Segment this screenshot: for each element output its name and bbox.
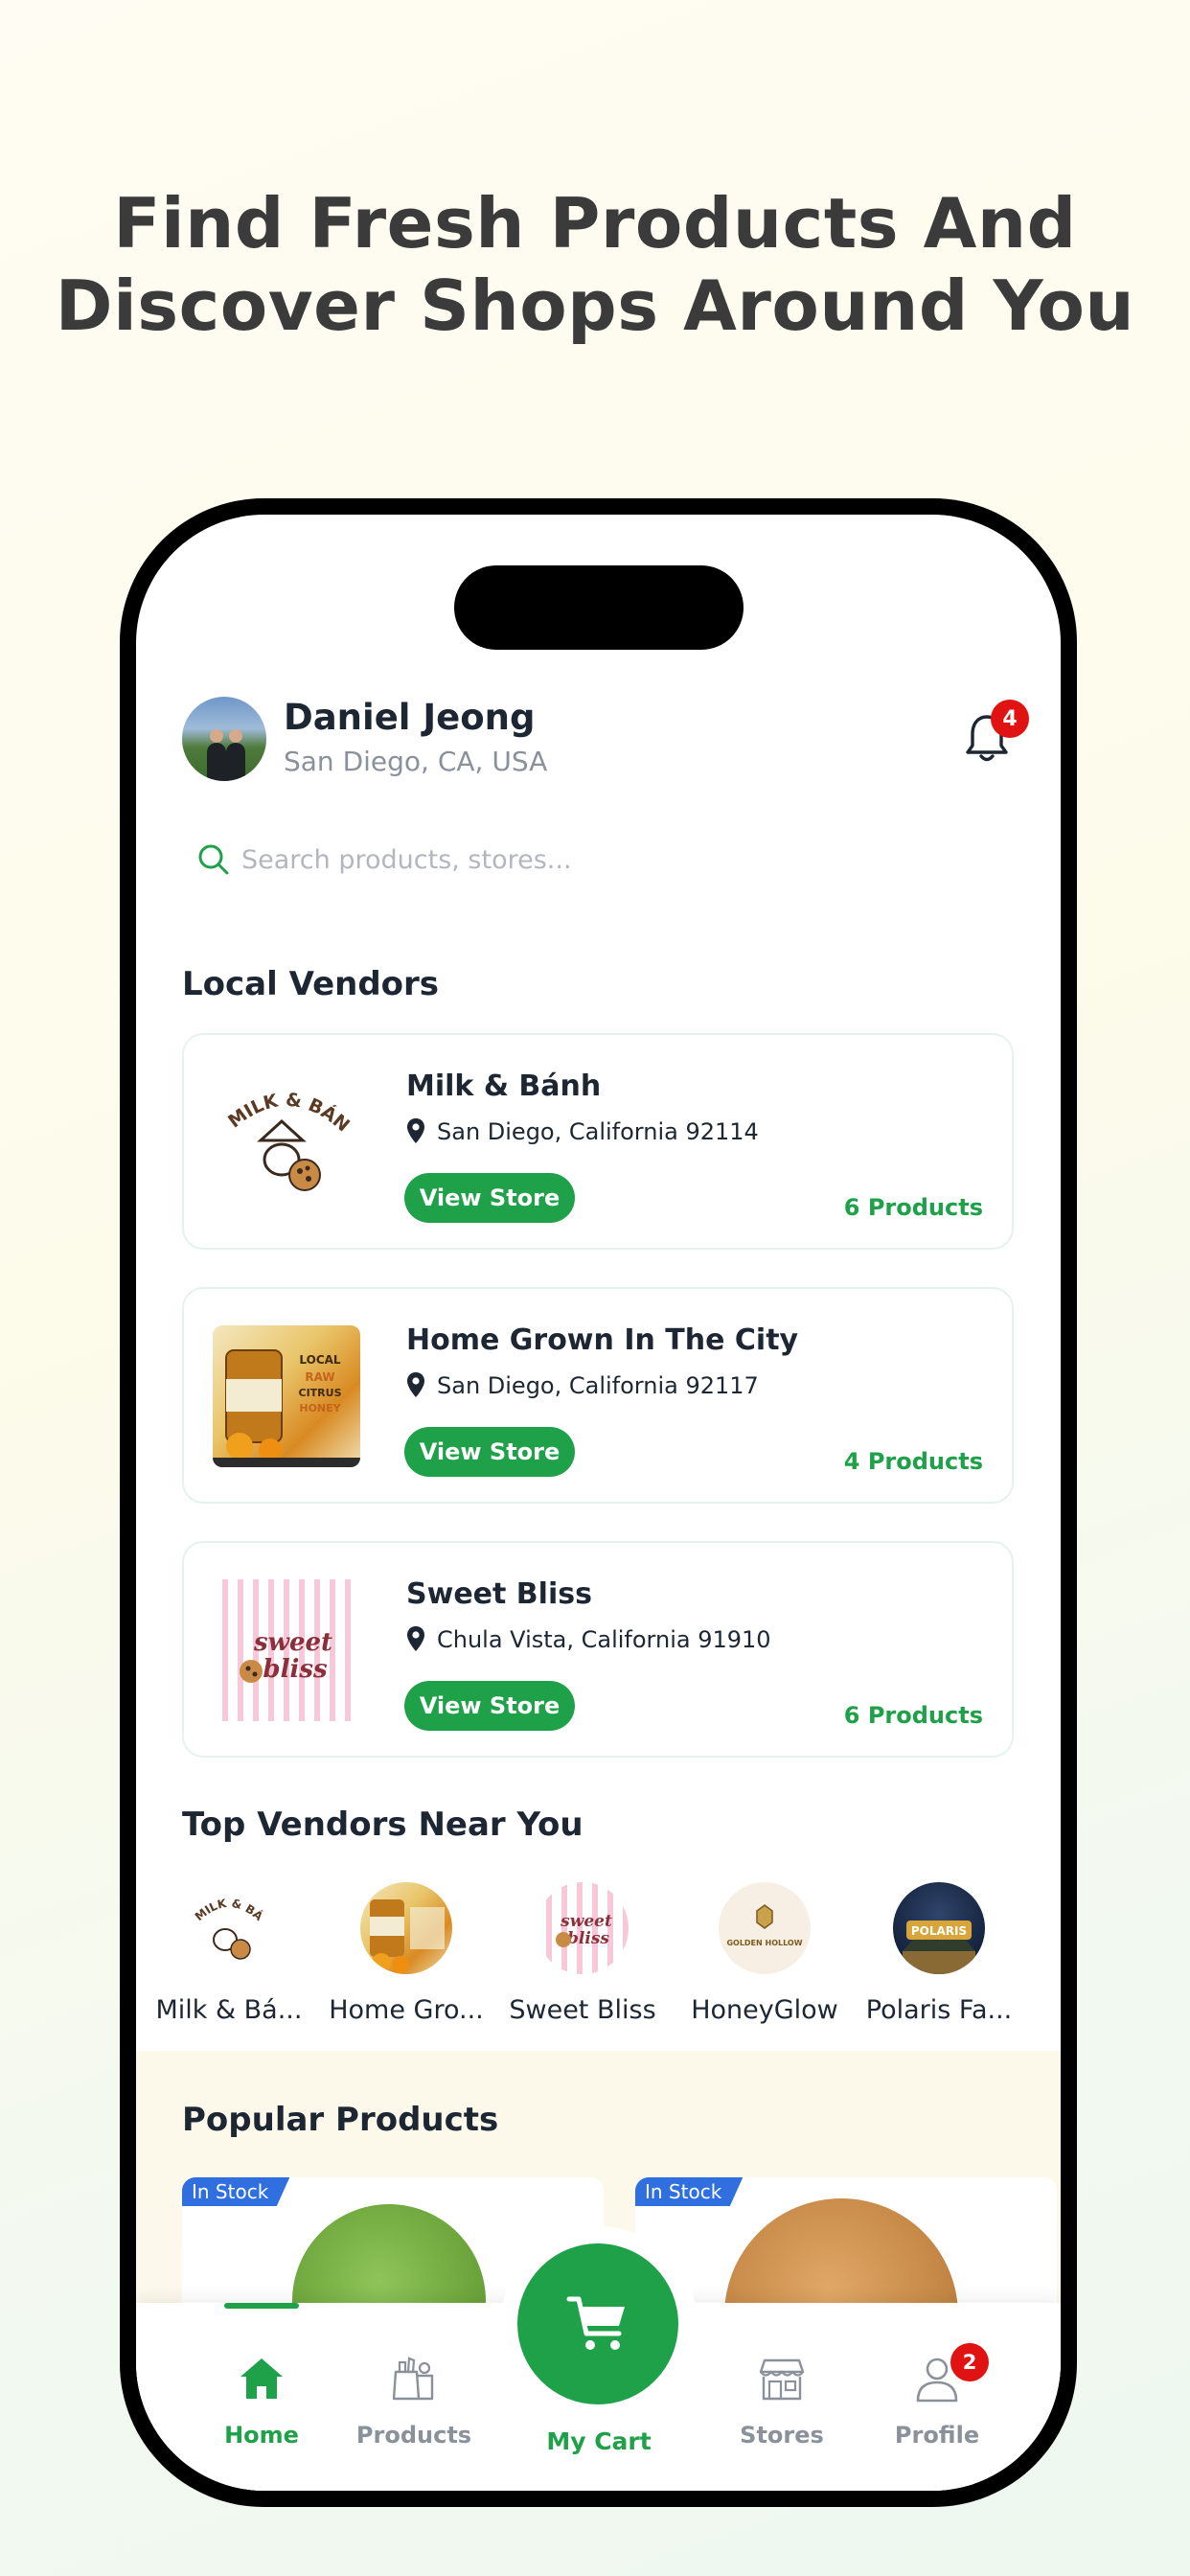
top-vendor-label: Sweet Bliss (509, 1995, 656, 2025)
vendor-logo: MILK & BÁNH (213, 1071, 360, 1213)
svg-text:CITRUS: CITRUS (299, 1387, 342, 1399)
local-vendors-title: Local Vendors (182, 965, 440, 1003)
app-screen: Daniel Jeong San Diego, CA, USA 4 Local … (136, 515, 1061, 2491)
in-stock-badge: In Stock (182, 2177, 290, 2206)
top-vendor-label: Milk & Bá... (155, 1995, 303, 2025)
tab-home[interactable]: Home (190, 2303, 333, 2449)
top-vendor-logo: POLARIS (893, 1882, 985, 1974)
top-vendor-item[interactable]: GOLDEN HOLLOW HoneyGlow (683, 1882, 846, 2025)
search-input[interactable] (241, 834, 989, 886)
svg-text:bliss: bliss (263, 1655, 328, 1684)
top-vendor-item[interactable]: sweet bliss Sweet Bliss (501, 1882, 664, 2025)
headline-line-1: Find Fresh Products And (113, 183, 1077, 264)
dynamic-island (454, 565, 744, 650)
top-vendor-logo (360, 1882, 452, 1974)
top-vendor-label: Polaris Fa... (865, 1995, 1013, 2025)
vendor-name: Sweet Bliss (406, 1577, 592, 1611)
search-bar[interactable] (182, 826, 1014, 893)
top-vendor-item[interactable]: Home Gro... (325, 1882, 488, 2025)
cart-button[interactable] (517, 2243, 678, 2404)
top-vendor-logo-text: POLARIS (911, 1924, 967, 1938)
vendor-name: Milk & Bánh (406, 1070, 602, 1103)
tab-profile[interactable]: Profile (865, 2303, 1009, 2449)
vendor-product-count: 6 Products (843, 1702, 983, 1729)
view-store-button[interactable]: View Store (404, 1173, 575, 1223)
vendor-card[interactable]: MILK & BÁNH Milk & Bánh San Diego, Calif… (182, 1033, 1014, 1250)
vendor-card[interactable]: sweet bliss Sweet Bliss Chula Vista, Cal… (182, 1541, 1014, 1758)
user-name: Daniel Jeong (284, 697, 536, 738)
svg-text:bliss: bliss (567, 1929, 609, 1948)
svg-text:sweet: sweet (560, 1912, 612, 1931)
location-pin-icon (407, 1118, 424, 1143)
top-vendor-logo-text: GOLDEN HOLLOW (726, 1939, 802, 1947)
in-stock-badge: In Stock (635, 2177, 744, 2206)
tab-stores[interactable]: Stores (710, 2303, 854, 2449)
store-icon (759, 2358, 805, 2401)
tab-stores-label: Stores (740, 2422, 824, 2449)
top-vendor-logo: sweet bliss (537, 1882, 629, 1974)
phone-frame: Daniel Jeong San Diego, CA, USA 4 Local … (120, 498, 1077, 2507)
tab-products-label: Products (355, 2422, 472, 2449)
cart-label: My Cart (546, 2427, 652, 2455)
top-vendors-title: Top Vendors Near You (182, 1806, 584, 1844)
location-pin-icon (407, 1626, 424, 1651)
home-icon (240, 2358, 283, 2399)
vendor-product-count: 4 Products (843, 1448, 983, 1475)
cart-icon (566, 2296, 625, 2350)
top-vendor-label: HoneyGlow (691, 1995, 838, 2025)
svg-text:LOCAL: LOCAL (299, 1353, 341, 1367)
vendor-product-count: 6 Products (843, 1194, 983, 1221)
top-vendor-item[interactable]: POLARIS Polaris Fa... (858, 1882, 1020, 2025)
notification-badge: 4 (991, 700, 1029, 738)
profile-badge: 2 (950, 2343, 989, 2381)
tab-home-label: Home (224, 2422, 299, 2449)
top-vendor-logo: GOLDEN HOLLOW (719, 1882, 811, 1974)
top-vendor-label: Home Gro... (329, 1995, 484, 2025)
view-store-button[interactable]: View Store (404, 1427, 575, 1477)
grocery-bag-icon (392, 2357, 434, 2401)
promo-headline: Find Fresh Products And Discover Shops A… (0, 182, 1190, 347)
view-store-button[interactable]: View Store (404, 1681, 575, 1731)
svg-text:sweet: sweet (253, 1628, 332, 1657)
user-avatar[interactable] (182, 697, 266, 781)
vendor-name: Home Grown In The City (406, 1323, 799, 1357)
vendor-address: San Diego, California 92114 (437, 1118, 759, 1145)
svg-text:HONEY: HONEY (299, 1402, 341, 1414)
top-vendor-logo: MILK & BÁNH (183, 1882, 275, 1974)
tab-products[interactable]: Products (342, 2303, 486, 2449)
vendor-address: San Diego, California 92117 (437, 1372, 759, 1399)
tab-profile-label: Profile (894, 2422, 980, 2449)
headline-line-2: Discover Shops Around You (55, 265, 1135, 346)
popular-products-title: Popular Products (182, 2101, 499, 2139)
location-pin-icon (407, 1372, 424, 1397)
vendor-card[interactable]: LOCAL RAW CITRUS HONEY Home Grown In The… (182, 1287, 1014, 1504)
user-location: San Diego, CA, USA (284, 746, 548, 777)
svg-text:RAW: RAW (305, 1370, 334, 1384)
svg-text:MILK & BÁNH: MILK & BÁNH (183, 1882, 266, 1923)
active-tab-indicator (224, 2303, 299, 2309)
vendor-address: Chula Vista, California 91910 (437, 1626, 771, 1653)
vendor-logo: LOCAL RAW CITRUS HONEY (213, 1325, 360, 1467)
top-vendor-item[interactable]: MILK & BÁNH Milk & Bá... (148, 1882, 310, 2025)
vendor-logo: sweet bliss (213, 1579, 360, 1721)
search-icon (198, 844, 229, 875)
